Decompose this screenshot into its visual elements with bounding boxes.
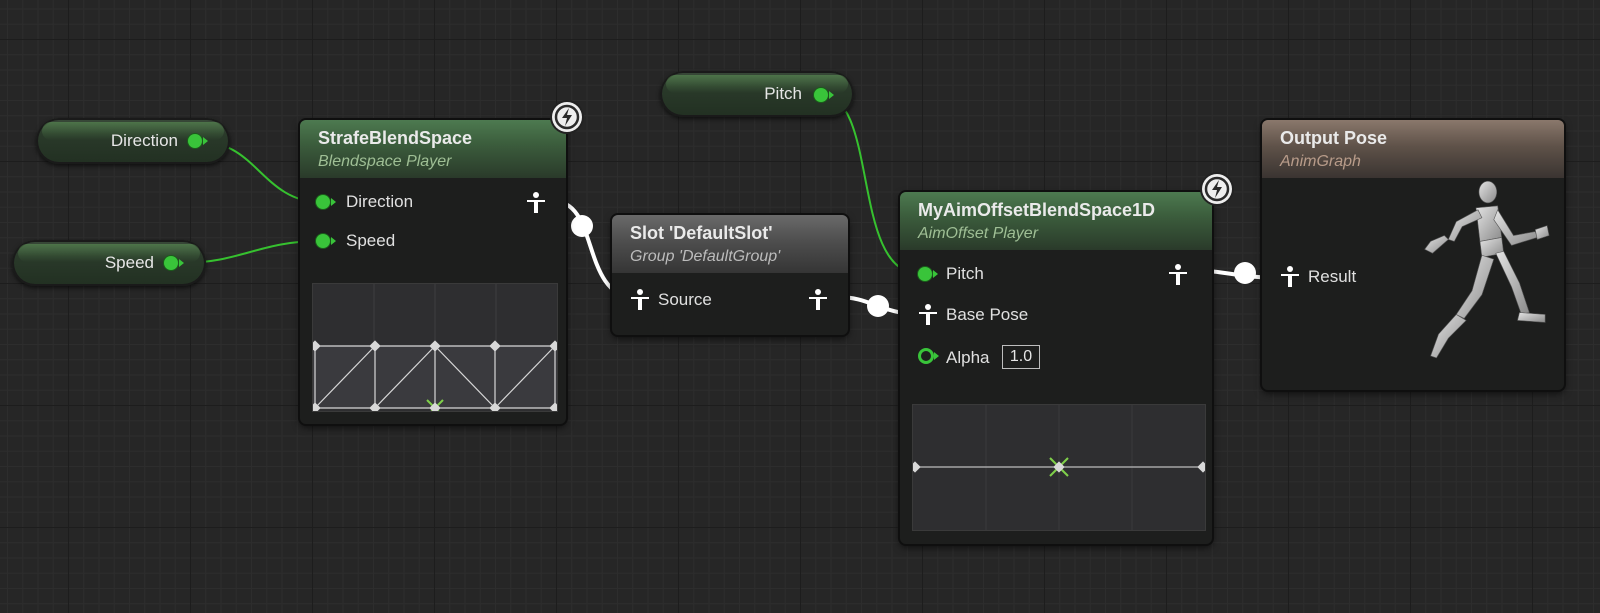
blendspace-grid	[309, 284, 561, 417]
input-pin-speed[interactable]	[316, 234, 336, 248]
output-pin[interactable]	[814, 88, 834, 102]
node-title: Slot 'DefaultSlot'	[630, 223, 773, 243]
alpha-value-input[interactable]: 1.0	[1002, 345, 1040, 369]
aimoffset-grid	[909, 405, 1209, 530]
pin-label: Speed	[346, 231, 396, 250]
pin-label: Alpha	[946, 348, 990, 367]
lightning-bolt-icon	[1202, 174, 1232, 204]
node-strafe-blendspace[interactable]: StrafeBlendSpace Blendspace Player Direc…	[300, 120, 566, 424]
pose-pin-icon[interactable]	[918, 304, 938, 326]
pose-pin-icon[interactable]	[808, 289, 828, 311]
node-subtitle: AnimGraph	[1280, 153, 1361, 170]
node-header: StrafeBlendSpace Blendspace Player	[300, 120, 566, 178]
mannequin-preview	[1424, 180, 1550, 359]
pose-pin-icon[interactable]	[1280, 266, 1300, 288]
node-subtitle: AimOffset Player	[918, 225, 1039, 242]
node-header: MyAimOffsetBlendSpace1D AimOffset Player	[900, 192, 1212, 250]
node-title: Output Pose	[1280, 128, 1387, 148]
input-pin-alpha[interactable]	[918, 348, 939, 364]
input-pin-pitch[interactable]	[918, 267, 938, 281]
output-pin[interactable]	[164, 256, 184, 270]
node-subtitle: Blendspace Player	[318, 153, 452, 170]
lightning-bolt-icon	[552, 102, 582, 132]
aimoffset-preview	[909, 404, 1209, 531]
wire-knot	[1234, 262, 1256, 284]
variable-label: Speed	[104, 253, 154, 272]
input-pin-direction[interactable]	[316, 195, 336, 209]
pose-pin-icon[interactable]	[526, 192, 546, 214]
variable-label: Direction	[110, 131, 178, 150]
pin-label: Result	[1308, 267, 1357, 286]
node-subtitle: Group 'DefaultGroup'	[630, 248, 781, 265]
node-aim-offset[interactable]: MyAimOffsetBlendSpace1D AimOffset Player…	[900, 192, 1212, 544]
blendspace-preview	[309, 283, 561, 417]
variable-direction[interactable]: Direction	[36, 118, 230, 164]
pose-pin-icon[interactable]	[1168, 264, 1188, 286]
variable-pitch[interactable]: Pitch	[660, 71, 854, 117]
wire-knot	[571, 215, 593, 237]
pin-label: Pitch	[946, 264, 984, 283]
wire-knot	[867, 295, 889, 317]
node-header: Output Pose AnimGraph	[1262, 120, 1564, 178]
variable-speed[interactable]: Speed	[12, 240, 206, 286]
node-title: MyAimOffsetBlendSpace1D	[918, 200, 1156, 220]
output-pin[interactable]	[188, 134, 208, 148]
pin-label: Direction	[346, 192, 414, 211]
pose-pin-icon[interactable]	[630, 289, 650, 311]
node-output-pose[interactable]: Output Pose AnimGraph Result	[1262, 120, 1564, 390]
pin-label: Base Pose	[946, 305, 1029, 324]
variable-label: Pitch	[764, 84, 802, 103]
node-header: Slot 'DefaultSlot' Group 'DefaultGroup'	[612, 215, 848, 273]
pin-label: Source	[658, 290, 712, 309]
node-slot[interactable]: Slot 'DefaultSlot' Group 'DefaultGroup' …	[612, 215, 848, 335]
node-title: StrafeBlendSpace	[318, 128, 473, 148]
